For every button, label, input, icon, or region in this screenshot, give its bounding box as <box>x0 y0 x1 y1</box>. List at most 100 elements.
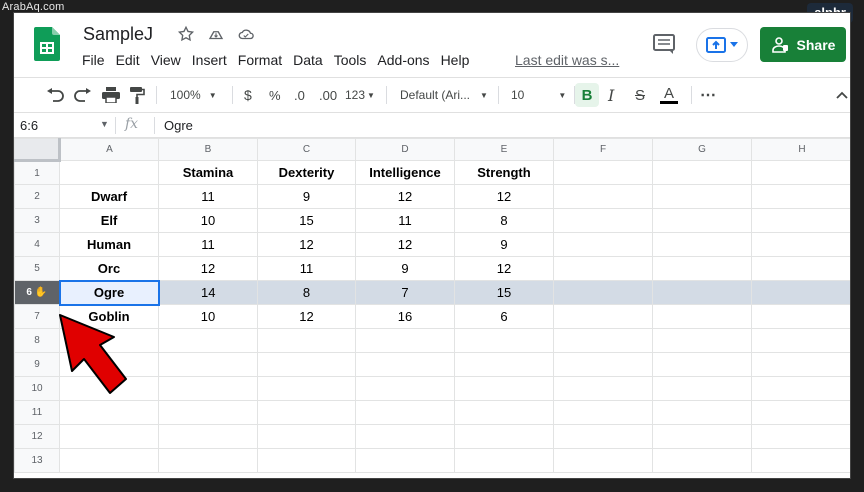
paint-format-icon[interactable] <box>129 78 145 112</box>
active-cell[interactable]: Ogre <box>58 279 160 306</box>
column-header[interactable]: G <box>652 138 752 161</box>
more-options-icon[interactable]: ⋯ <box>700 78 716 112</box>
cell[interactable]: 11 <box>158 184 258 209</box>
menu-file[interactable]: File <box>82 52 111 68</box>
italic-button[interactable]: I <box>608 78 614 112</box>
row-header[interactable]: 6 ✋ <box>14 280 60 305</box>
cell[interactable] <box>553 448 653 473</box>
row-header[interactable]: 3 <box>14 208 60 233</box>
undo-icon[interactable] <box>46 78 64 112</box>
star-icon[interactable] <box>176 24 196 44</box>
column-header[interactable]: A <box>59 138 159 161</box>
redo-icon[interactable] <box>74 78 92 112</box>
cell[interactable] <box>652 232 752 257</box>
cell[interactable] <box>257 448 356 473</box>
sheets-logo-icon[interactable] <box>34 27 60 61</box>
cell[interactable] <box>751 256 850 281</box>
cell[interactable] <box>355 352 455 377</box>
cell[interactable] <box>652 352 752 377</box>
cell[interactable] <box>652 328 752 353</box>
cell[interactable] <box>454 328 554 353</box>
row-header[interactable]: 11 <box>14 400 60 425</box>
cell[interactable] <box>257 328 356 353</box>
currency-button[interactable]: $ <box>244 78 252 112</box>
row-header[interactable]: 12 <box>14 424 60 449</box>
cell[interactable] <box>751 352 850 377</box>
cell[interactable]: 11 <box>158 232 258 257</box>
cell[interactable]: 16 <box>355 304 455 329</box>
cell[interactable] <box>652 280 752 305</box>
cell[interactable] <box>158 376 258 401</box>
cell[interactable]: 9 <box>355 256 455 281</box>
cell[interactable] <box>454 448 554 473</box>
cell[interactable] <box>158 400 258 425</box>
column-header[interactable]: B <box>158 138 258 161</box>
cell[interactable] <box>59 448 159 473</box>
cell[interactable] <box>257 424 356 449</box>
cell[interactable]: Strength <box>454 160 554 185</box>
cell[interactable]: 12 <box>158 256 258 281</box>
cloud-status-icon[interactable] <box>236 24 256 44</box>
cell[interactable]: Orc <box>59 256 159 281</box>
cell[interactable] <box>553 160 653 185</box>
cell[interactable]: 8 <box>454 208 554 233</box>
cell[interactable] <box>751 232 850 257</box>
cell[interactable] <box>553 328 653 353</box>
cell[interactable] <box>751 448 850 473</box>
cell[interactable]: 10 <box>158 304 258 329</box>
cell[interactable] <box>652 424 752 449</box>
cell[interactable] <box>355 328 455 353</box>
menu-insert[interactable]: Insert <box>192 52 233 68</box>
cell[interactable]: 12 <box>454 184 554 209</box>
cell[interactable] <box>59 424 159 449</box>
cell[interactable] <box>59 400 159 425</box>
cell[interactable]: 9 <box>454 232 554 257</box>
cell[interactable] <box>751 400 850 425</box>
cell[interactable]: 7 <box>355 280 455 305</box>
font-select[interactable]: Default (Ari... ▼ <box>400 78 488 112</box>
cell[interactable] <box>553 280 653 305</box>
name-box[interactable]: 6:6 <box>20 118 38 133</box>
cell[interactable]: 12 <box>454 256 554 281</box>
cell[interactable]: Dexterity <box>257 160 356 185</box>
cell[interactable] <box>454 376 554 401</box>
cell[interactable] <box>553 304 653 329</box>
cell[interactable]: 9 <box>257 184 356 209</box>
row-header[interactable]: 1 <box>14 160 60 185</box>
cell[interactable] <box>355 424 455 449</box>
cell[interactable]: 12 <box>355 184 455 209</box>
print-icon[interactable] <box>102 78 120 112</box>
cell[interactable]: 11 <box>355 208 455 233</box>
cell[interactable] <box>158 424 258 449</box>
more-formats-select[interactable]: 123 ▼ <box>345 78 375 112</box>
increase-decimal-button[interactable]: .00 <box>319 78 337 112</box>
cell[interactable] <box>454 352 554 377</box>
cell[interactable]: Dwarf <box>59 184 159 209</box>
cell[interactable]: 14 <box>158 280 258 305</box>
present-button[interactable] <box>696 28 748 62</box>
select-all-corner[interactable] <box>14 138 61 162</box>
cell[interactable] <box>553 184 653 209</box>
cell[interactable] <box>751 328 850 353</box>
cell[interactable] <box>553 352 653 377</box>
decrease-decimal-button[interactable]: .0 <box>294 78 305 112</box>
row-header[interactable]: 7 <box>14 304 60 329</box>
document-title[interactable]: SampleJ <box>83 24 153 45</box>
menu-tools[interactable]: Tools <box>334 52 373 68</box>
cell[interactable] <box>158 352 258 377</box>
cell[interactable] <box>652 184 752 209</box>
strikethrough-button[interactable]: S <box>635 78 645 112</box>
cell[interactable] <box>257 352 356 377</box>
cell[interactable]: 15 <box>454 280 554 305</box>
cell[interactable] <box>751 160 850 185</box>
cell[interactable] <box>652 448 752 473</box>
cell[interactable]: Stamina <box>158 160 258 185</box>
cell[interactable] <box>158 328 258 353</box>
cell[interactable] <box>652 304 752 329</box>
cell[interactable] <box>355 448 455 473</box>
cell[interactable] <box>751 376 850 401</box>
menu-view[interactable]: View <box>151 52 187 68</box>
cell[interactable] <box>355 376 455 401</box>
cell[interactable] <box>751 280 850 305</box>
cell[interactable] <box>553 376 653 401</box>
